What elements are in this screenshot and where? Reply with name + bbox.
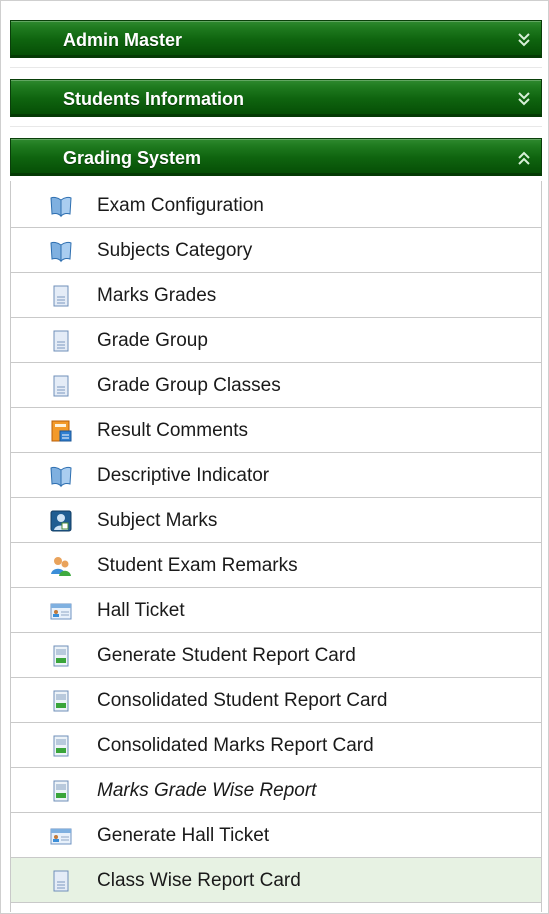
menu-item-label: Subject Marks (97, 510, 218, 531)
menu-item-student-exam-remarks[interactable]: Student Exam Remarks (11, 543, 541, 588)
section-title: Students Information (63, 89, 244, 109)
menu-item-generate-student-report-card[interactable]: Generate Student Report Card (11, 633, 541, 678)
menu-item-label: Generate Student Report Card (97, 645, 356, 666)
double-chevron-down-icon (517, 31, 531, 49)
menu-item-result-comments[interactable]: Result Comments (11, 408, 541, 453)
menu-item-hall-ticket[interactable]: Hall Ticket (11, 588, 541, 633)
double-chevron-down-icon (517, 90, 531, 108)
menu-item-marks-grades[interactable]: Marks Grades (11, 273, 541, 318)
id-card-icon (49, 824, 73, 848)
menu-item-subjects-category[interactable]: Subjects Category (11, 228, 541, 273)
document-icon (49, 329, 73, 353)
menu-item-marks-grade-wise-report[interactable]: Marks Grade Wise Report (11, 768, 541, 813)
book-icon (49, 464, 73, 488)
menu-item-exam-configuration[interactable]: Exam Configuration (11, 183, 541, 228)
divider (10, 126, 542, 127)
menu-item-label: Exam Configuration (97, 195, 264, 216)
menu-item-label: Student Exam Remarks (97, 555, 298, 576)
comment-form-icon (49, 419, 73, 443)
double-chevron-up-icon (517, 149, 531, 167)
report-sheet-icon (49, 734, 73, 758)
book-icon (49, 239, 73, 263)
report-sheet-icon (49, 689, 73, 713)
menu-item-label: Marks Grades (97, 285, 217, 306)
menu-item-consolidated-student-report-card[interactable]: Consolidated Student Report Card (11, 678, 541, 723)
menu-item-generate-hall-ticket[interactable]: Generate Hall Ticket (11, 813, 541, 858)
menu-item-label: Generate Hall Ticket (97, 825, 270, 846)
menu-item-label: Marks Grade Wise Report (97, 780, 317, 801)
menu-item-label: Subjects Category (97, 240, 253, 261)
section-title: Grading System (63, 148, 202, 168)
menu-item-label: Class Wise Report Card (97, 870, 301, 891)
section-header-grading-system[interactable]: Grading System (10, 138, 542, 176)
section-header-admin-master[interactable]: Admin Master (10, 20, 542, 58)
menu-item-label: Result Comments (97, 420, 248, 441)
section-header-students-information[interactable]: Students Information (10, 79, 542, 117)
menu-item-label: Grade Group Classes (97, 375, 281, 396)
divider (541, 181, 542, 912)
menu-item-descriptive-indicator[interactable]: Descriptive Indicator (11, 453, 541, 498)
user-marks-icon (49, 509, 73, 533)
report-sheet-icon (49, 779, 73, 803)
section-title: Admin Master (63, 30, 183, 50)
divider (10, 67, 542, 68)
menu-item-label: Hall Ticket (97, 600, 185, 621)
report-sheet-icon (49, 644, 73, 668)
document-icon (49, 869, 73, 893)
menu-item-label: Consolidated Student Report Card (97, 690, 388, 711)
document-icon (49, 284, 73, 308)
document-icon (49, 374, 73, 398)
users-icon (49, 554, 73, 578)
menu-item-consolidated-marks-report-card[interactable]: Consolidated Marks Report Card (11, 723, 541, 768)
id-card-icon (49, 599, 73, 623)
navigation-accordion: Admin Master Students Information Gradin… (0, 0, 549, 914)
menu-item-class-wise-report-card[interactable]: Class Wise Report Card (11, 858, 541, 903)
menu-item-grade-group[interactable]: Grade Group (11, 318, 541, 363)
menu-item-grade-group-classes[interactable]: Grade Group Classes (11, 363, 541, 408)
book-icon (49, 194, 73, 218)
menu-item-label: Grade Group (97, 330, 208, 351)
menu-item-label: Descriptive Indicator (97, 465, 270, 486)
menu-item-subject-marks[interactable]: Subject Marks (11, 498, 541, 543)
menu-item-label: Consolidated Marks Report Card (97, 735, 374, 756)
